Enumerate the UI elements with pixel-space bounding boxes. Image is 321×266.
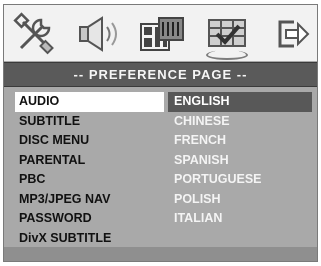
preference-menu: AUDIO SUBTITLE DISC MENU PARENTAL PBC MP…: [15, 92, 164, 248]
option-chinese[interactable]: CHINESE: [168, 112, 312, 132]
option-spanish[interactable]: SPANISH: [168, 151, 312, 171]
audio-options-list: ENGLISH CHINESE FRENCH SPANISH PORTUGUES…: [168, 92, 312, 229]
option-italian[interactable]: ITALIAN: [168, 209, 312, 229]
preference-icon[interactable]: [202, 10, 252, 60]
icon-bar: [4, 5, 317, 61]
menu-item-mp3-jpeg-nav[interactable]: MP3/JPEG NAV: [15, 190, 164, 210]
menu-item-pbc[interactable]: PBC: [15, 170, 164, 190]
option-french[interactable]: FRENCH: [168, 131, 312, 151]
menu-item-subtitle[interactable]: SUBTITLE: [15, 112, 164, 132]
menu-item-password[interactable]: PASSWORD: [15, 209, 164, 229]
tools-icon[interactable]: [10, 10, 60, 58]
option-polish[interactable]: POLISH: [168, 190, 312, 210]
menu-item-disc-menu[interactable]: DISC MENU: [15, 131, 164, 151]
status-strip: [4, 247, 317, 261]
speaker-icon[interactable]: [74, 10, 124, 58]
exit-icon[interactable]: [266, 10, 316, 58]
osd-panel: -- PREFERENCE PAGE -- AUDIO SUBTITLE DIS…: [3, 4, 318, 262]
menu-item-divx-subtitle[interactable]: DivX SUBTITLE: [15, 229, 164, 249]
page-title: -- PREFERENCE PAGE --: [73, 67, 248, 82]
menu-item-parental[interactable]: PARENTAL: [15, 151, 164, 171]
menu-item-audio[interactable]: AUDIO: [15, 92, 164, 112]
option-portuguese[interactable]: PORTUGUESE: [168, 170, 312, 190]
page-title-bar: -- PREFERENCE PAGE --: [4, 62, 317, 87]
film-icon[interactable]: [137, 10, 187, 58]
option-english[interactable]: ENGLISH: [168, 92, 312, 112]
